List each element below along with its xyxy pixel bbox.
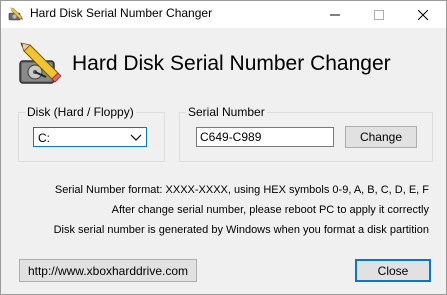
hard-drive-pencil-icon — [19, 42, 62, 84]
serial-group-label: Serial Number — [186, 105, 267, 119]
minimize-button[interactable] — [313, 1, 357, 28]
close-icon — [418, 9, 428, 20]
serial-number-input[interactable] — [196, 127, 334, 147]
close-button[interactable]: Close — [355, 259, 431, 282]
disk-select-value: C: — [38, 131, 50, 145]
app-window: Hard Disk Serial Number Changer Hard Dis… — [0, 0, 447, 295]
window-title: Hard Disk Serial Number Changer — [30, 6, 213, 20]
maximize-button[interactable] — [357, 1, 401, 28]
info-reboot: After change serial number, please reboo… — [111, 204, 429, 216]
app-heading: Hard Disk Serial Number Changer — [72, 52, 391, 75]
info-format: Serial Number format: XXXX-XXXX, using H… — [54, 184, 429, 196]
maximize-icon — [374, 9, 384, 20]
disk-group-label: Disk (Hard / Floppy) — [25, 105, 136, 119]
title-bar[interactable]: Hard Disk Serial Number Changer — [1, 1, 446, 28]
chevron-down-icon — [130, 134, 142, 141]
hard-drive-pencil-icon — [8, 7, 23, 21]
change-button[interactable]: Change — [345, 126, 417, 148]
minimize-icon — [330, 14, 340, 15]
info-generated: Disk serial number is generated by Windo… — [53, 224, 429, 236]
disk-select[interactable]: C: — [33, 127, 147, 147]
close-window-button[interactable] — [401, 1, 445, 28]
website-link-button[interactable]: http://www.xboxharddrive.com — [19, 259, 197, 282]
